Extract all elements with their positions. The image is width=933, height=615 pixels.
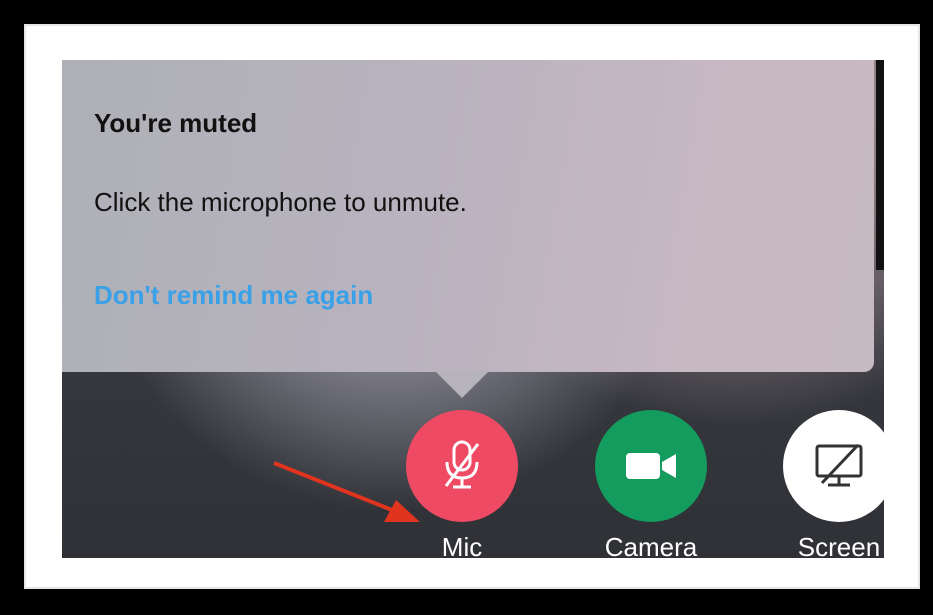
screen-share-off-icon	[815, 443, 863, 487]
red-arrow-annotation	[273, 461, 420, 522]
screen-button[interactable]	[783, 410, 884, 522]
video-camera-icon	[626, 453, 676, 479]
tooltip-title: You're muted	[94, 108, 258, 138]
dont-remind-link[interactable]: Don't remind me again	[94, 280, 373, 311]
muted-tooltip: You're muted Click the microphone to unm…	[62, 60, 874, 372]
screen-label: Screen	[797, 532, 881, 558]
camera-button[interactable]	[595, 410, 707, 522]
camera-control: Camera	[591, 410, 711, 558]
mic-label: Mic	[441, 532, 483, 558]
call-window: You're muted Click the microphone to unm…	[62, 60, 884, 558]
camera-label: Camera	[604, 532, 698, 558]
call-controls: Mic Camera Screen	[62, 410, 884, 558]
tooltip-body: Click the microphone to unmute.	[94, 187, 467, 217]
scrollbar[interactable]	[876, 60, 884, 270]
mic-button[interactable]	[406, 410, 518, 522]
screen-control: Screen	[779, 410, 884, 558]
mic-muted-icon	[444, 440, 480, 489]
tooltip-caret	[434, 370, 490, 398]
